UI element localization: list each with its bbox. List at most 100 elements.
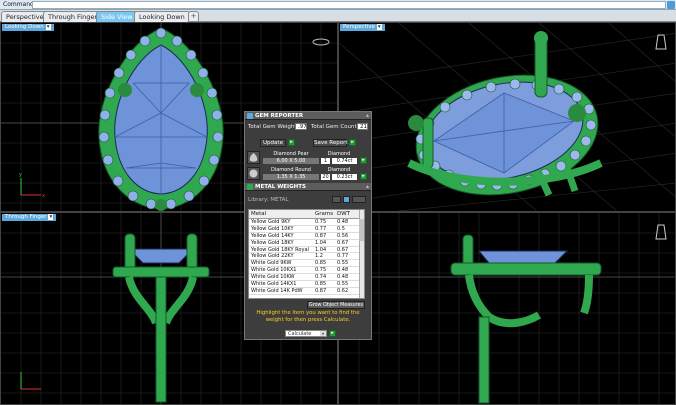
gem-qty: 20 — [321, 174, 330, 180]
gem-size: 1.35 X 1.35 — [263, 174, 319, 180]
dwt-cell: 0.5 — [337, 225, 345, 232]
tab-through-finger[interactable]: Through Finger — [43, 11, 103, 22]
viewport-label[interactable]: Perspective ▾ — [340, 24, 385, 31]
tab-side-view[interactable]: Side View — [96, 11, 138, 22]
chevron-down-icon: ▾ — [376, 24, 382, 30]
viewport-label[interactable]: Looking Down ▾ — [2, 24, 54, 31]
total-gem-weight-value: .97 — [295, 123, 307, 130]
gem-reporter-header[interactable]: GEM REPORTER ▴ — [245, 112, 371, 120]
gem-row[interactable]: Diamond Pear 6.00 X 5.00 Diamond 1 0.74c… — [247, 151, 369, 165]
dwt-cell: 0.48 — [337, 267, 349, 274]
metal-cell: White Gold 10KX1 — [251, 267, 297, 274]
view-tabs: Perspective Through Finger Side View Loo… — [0, 10, 676, 22]
command-input[interactable] — [32, 1, 666, 9]
collapse-icon[interactable]: ▴ — [366, 112, 369, 120]
column-header-grams[interactable]: Grams — [315, 210, 333, 219]
gem-go-icon[interactable]: ▸ — [360, 157, 367, 164]
table-row[interactable]: Yellow Gold 9KY 0.75 0.48 — [249, 219, 364, 226]
gem-name: Diamond Pear — [273, 151, 309, 157]
gem-weight: 0.23ct — [332, 174, 357, 180]
metal-cell: Yellow Gold 18KY — [251, 239, 294, 246]
gem-reporter-panel: GEM REPORTER ▴ Total Gem Weight .97 Tota… — [244, 111, 372, 340]
calculate-select[interactable]: Calculate ▾ — [285, 330, 327, 337]
table-row[interactable]: Yellow Gold 10KY 0.77 0.5 — [249, 226, 364, 233]
dwt-cell: 0.56 — [337, 232, 349, 239]
gem-name: Diamond Round — [271, 167, 311, 173]
table-row[interactable]: Yellow Gold 14KY 0.87 0.56 — [249, 233, 364, 240]
chevron-down-icon: ▾ — [48, 214, 54, 220]
library-dropdown[interactable] — [352, 196, 366, 203]
save-report-go-icon[interactable]: ▸ — [349, 139, 356, 146]
list-view-icon[interactable] — [332, 196, 341, 203]
metal-cell: White Gold 14K PdW — [251, 287, 303, 294]
collapse-icon[interactable]: ▴ — [366, 183, 369, 191]
scrollbar-thumb[interactable] — [359, 219, 364, 241]
dwt-cell: 0.62 — [337, 287, 349, 294]
metal-weights-title: METAL WEIGHTS — [255, 184, 306, 190]
total-gem-count-label: Total Gem Count — [311, 124, 357, 130]
grams-cell: 0.74 — [315, 274, 327, 281]
dwt-cell: 0.67 — [337, 239, 349, 246]
gem-row[interactable]: Diamond Round 1.35 X 1.35 Diamond 20 0.2… — [247, 167, 369, 181]
grams-cell: 0.75 — [315, 267, 327, 274]
save-report-button[interactable]: Save Report — [313, 139, 347, 147]
gem-icon — [247, 113, 253, 119]
table-row[interactable]: White Gold 14K PdW 0.87 0.62 — [249, 288, 364, 295]
update-button[interactable]: Update — [260, 139, 286, 147]
table-scrollbar[interactable] — [359, 210, 364, 298]
viewport-label[interactable]: Through Finger ▾ — [2, 214, 57, 221]
metal-cell: Yellow Gold 9KY — [251, 219, 291, 225]
grams-cell: 1.2 — [315, 253, 323, 260]
grams-cell: 0.85 — [315, 281, 327, 288]
calculate-go-icon[interactable]: ▸ — [329, 330, 336, 337]
grow-object-measures-button[interactable]: Grow Object Measures — [307, 301, 365, 309]
ring-view-icon — [655, 34, 667, 50]
column-header-metal[interactable]: Metal — [251, 210, 266, 219]
dwt-cell: 0.55 — [337, 260, 349, 267]
calculate-hint: Highlight the item you want to find the … — [256, 310, 360, 323]
viewport-perspective[interactable]: Perspective ▾ — [338, 22, 676, 212]
column-header-dwt[interactable]: DWT — [337, 210, 350, 219]
table-row[interactable]: White Gold 14KX1 0.85 0.55 — [249, 281, 364, 288]
add-tab-button[interactable]: + — [188, 11, 199, 22]
table-row[interactable]: Yellow Gold 18KY 1.04 0.67 — [249, 240, 364, 247]
metal-cell: White Gold 14KX1 — [251, 281, 297, 288]
metal-cell: White Gold 10KW — [251, 274, 295, 281]
pear-halo-top-view — [98, 27, 224, 211]
total-gem-weight-label: Total Gem Weight — [248, 124, 297, 130]
chevron-down-icon: ▾ — [320, 331, 326, 336]
grams-cell: 1.04 — [315, 246, 327, 253]
dwt-cell: 0.55 — [337, 281, 349, 288]
metal-weights-header[interactable]: METAL WEIGHTS ▴ — [245, 183, 371, 191]
grams-cell: 0.77 — [315, 225, 327, 232]
metal-icon — [247, 184, 253, 190]
round-gem-icon — [247, 167, 260, 180]
grams-cell: 0.75 — [315, 219, 327, 225]
grams-cell: 0.85 — [315, 260, 327, 267]
total-gem-count-value: 21 — [357, 123, 368, 130]
dwt-cell: 0.48 — [337, 219, 349, 225]
info-icon[interactable] — [343, 196, 350, 203]
table-row[interactable]: White Gold 10KW 0.74 0.48 — [249, 274, 364, 282]
tab-looking-down[interactable]: Looking Down — [134, 11, 190, 22]
table-row[interactable]: White Gold 10KX1 0.75 0.48 — [249, 267, 364, 275]
metal-cell: Yellow Gold 18KY Royal — [251, 246, 309, 253]
gem-go-icon[interactable]: ▸ — [360, 173, 367, 180]
metal-cell: White Gold 9KW — [251, 260, 292, 267]
library-label: Library: METAL — [248, 197, 289, 203]
grams-cell: 0.87 — [315, 232, 327, 239]
pear-gem-icon — [247, 151, 260, 164]
grams-cell: 1.04 — [315, 239, 327, 246]
ring-side-elevation — [450, 234, 602, 404]
tab-perspective[interactable]: Perspective — [1, 11, 49, 22]
ring-icon — [312, 38, 330, 46]
table-row[interactable]: White Gold 9KW 0.85 0.55 — [249, 260, 364, 268]
grams-cell: 0.87 — [315, 287, 327, 294]
table-row[interactable]: Yellow Gold 18KY Royal 1.04 0.67 — [249, 247, 364, 254]
gem-type: Diamond — [327, 151, 351, 157]
table-row[interactable]: Yellow Gold 22KY 1.2 0.77 — [249, 253, 364, 261]
update-go-icon[interactable]: ▸ — [288, 139, 295, 146]
command-dropdown-icon[interactable] — [667, 1, 675, 9]
metal-cell: Yellow Gold 22KY — [251, 253, 294, 260]
viewport-side-view[interactable] — [338, 212, 676, 405]
